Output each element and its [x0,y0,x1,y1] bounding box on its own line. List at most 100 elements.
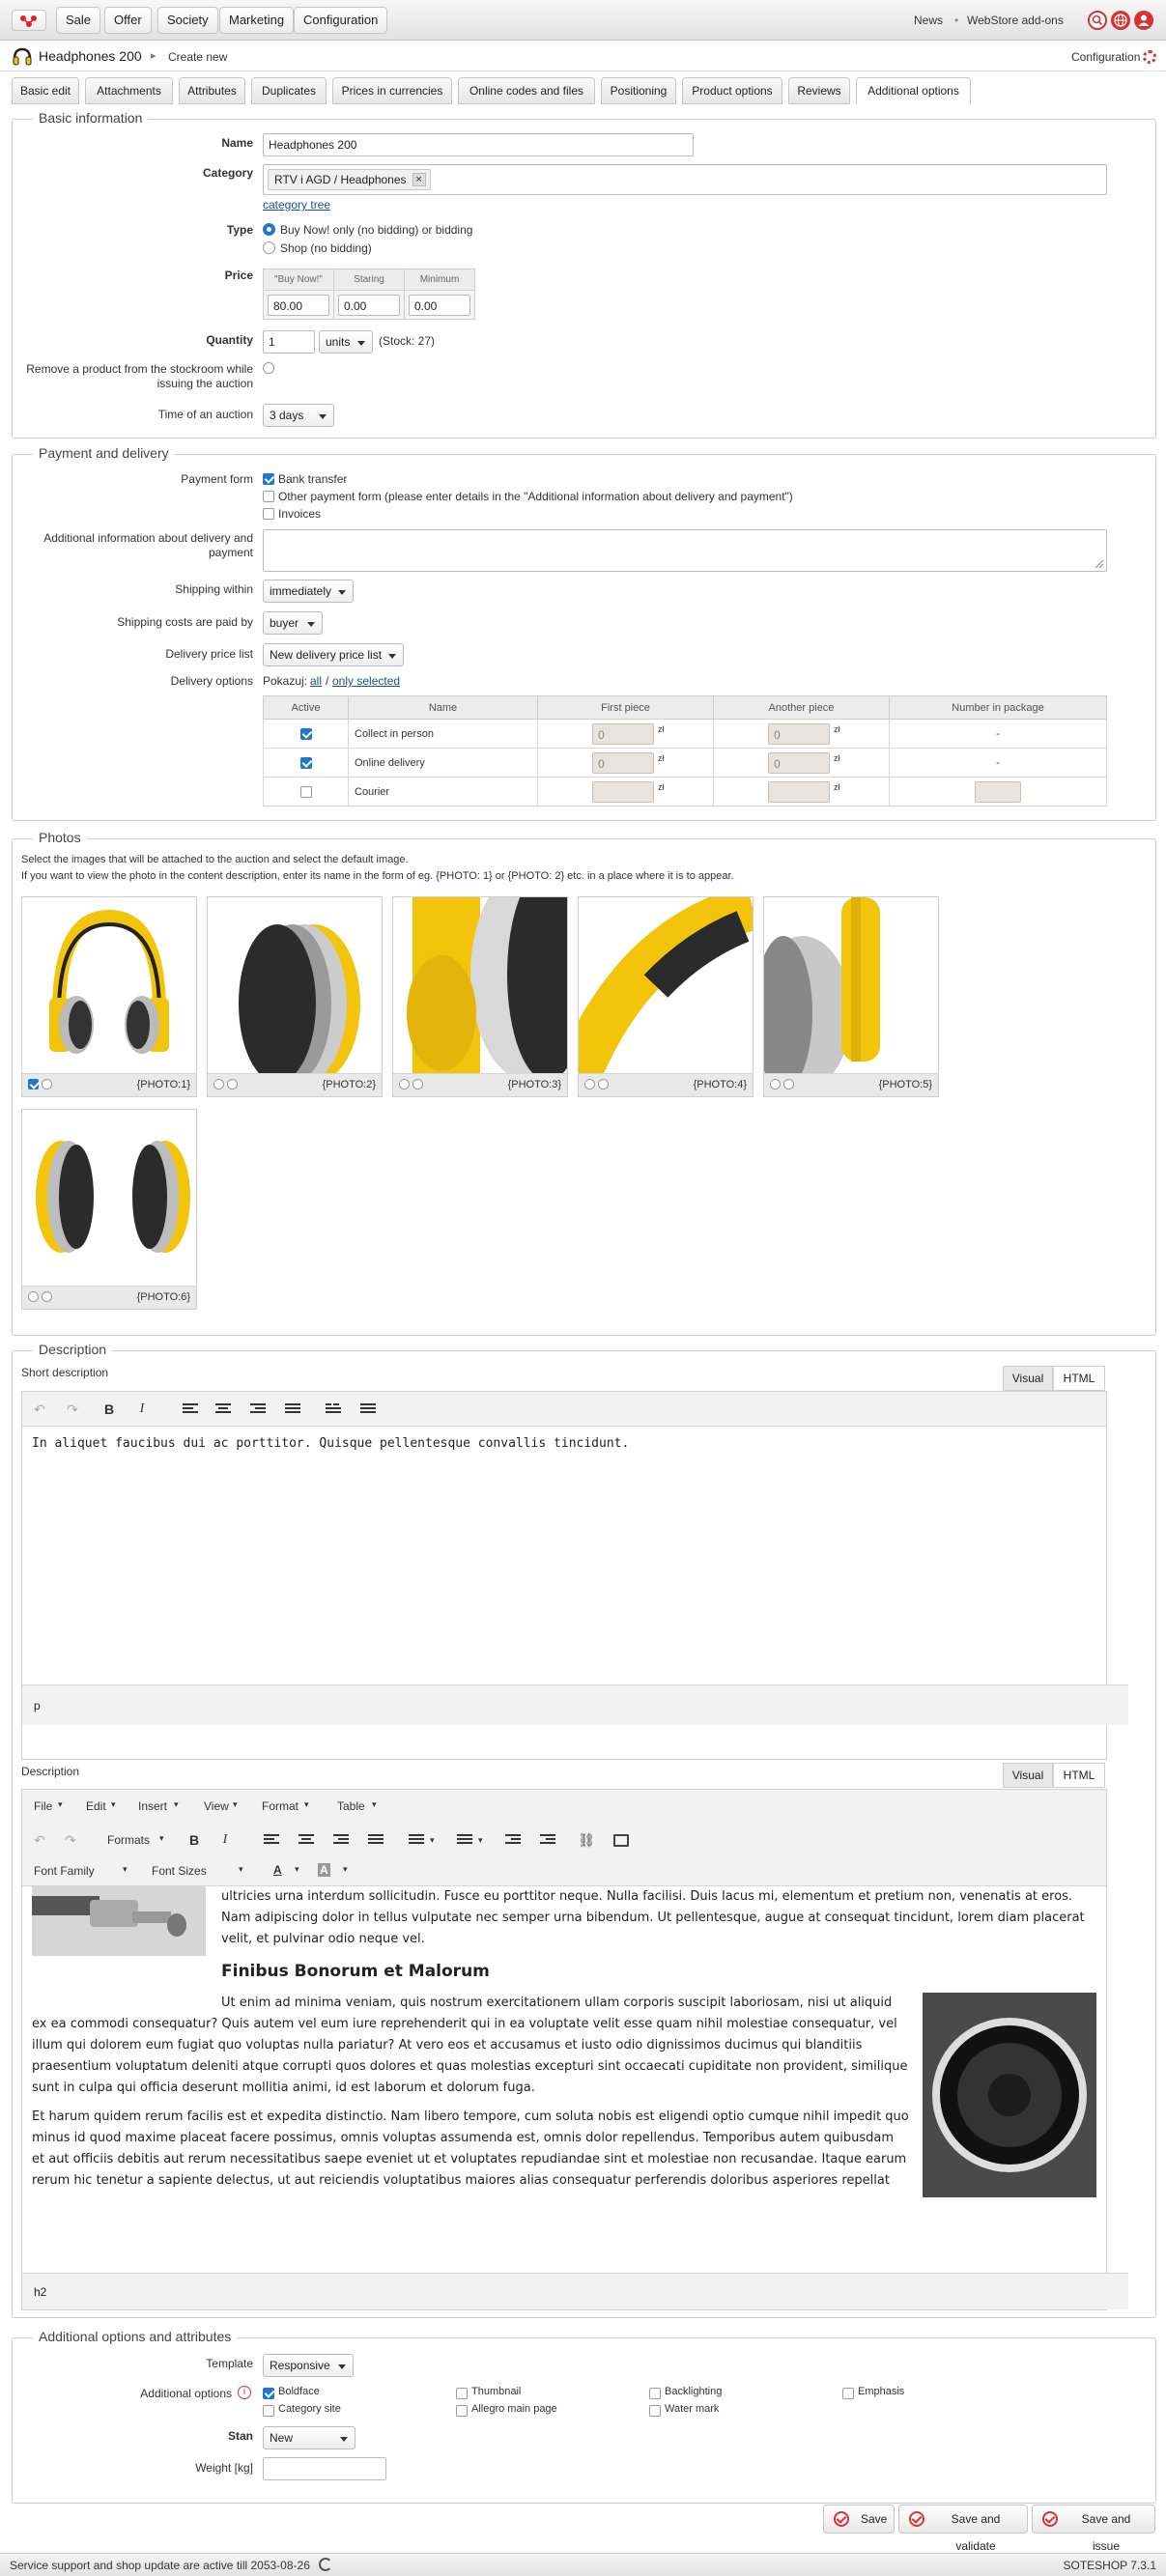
tab-reviews[interactable]: Reviews [788,77,850,104]
invoices-checkbox[interactable] [263,508,274,520]
additional-info-textarea[interactable] [263,529,1107,572]
photo-select-checkbox[interactable] [28,1291,39,1302]
background-color-icon[interactable]: A [318,1863,330,1877]
undo-icon[interactable]: ↶ [30,1830,49,1850]
align-justify-icon[interactable] [368,1832,384,1846]
menu-format[interactable]: Format [262,1799,299,1813]
boldface-checkbox[interactable] [263,2388,274,2399]
shipping-within-select[interactable]: immediately [263,580,354,603]
user-icon[interactable] [1134,11,1153,30]
italic-icon[interactable]: I [132,1400,152,1419]
photo-select-checkbox[interactable] [584,1079,595,1090]
short-description-content[interactable]: In aliquet faucibus dui ac porttitor. Qu… [32,1436,1095,1451]
template-select[interactable]: Responsive [263,2354,354,2377]
shipping-costs-select[interactable]: buyer [263,611,323,635]
font-sizes-dropdown[interactable]: Font Sizes [152,1864,207,1878]
numbered-list-icon[interactable] [360,1401,376,1415]
tab-product-options[interactable]: Product options [682,77,782,104]
quantity-unit-select[interactable]: units [319,330,373,354]
another-piece-input[interactable] [768,781,830,803]
tab-attributes[interactable]: Attributes [179,77,245,104]
another-piece-input[interactable]: 0 [768,723,830,745]
photo-default-radio[interactable] [42,1291,52,1302]
price-minimum-input[interactable]: 0.00 [409,295,470,316]
category-field[interactable]: RTV i AGD / Headphones × [263,164,1107,195]
bullet-list-icon[interactable] [409,1832,424,1846]
gear-icon[interactable] [1143,50,1156,64]
bank-transfer-checkbox[interactable] [263,473,274,485]
short-tab-visual[interactable]: Visual [1003,1366,1053,1391]
logo-icon[interactable] [12,10,46,31]
photo-default-radio[interactable] [42,1079,52,1090]
bold-icon[interactable]: B [100,1400,119,1419]
allegro-main-page-checkbox[interactable] [456,2405,468,2417]
photo-card-2[interactable]: {PHOTO:2} [207,896,383,1097]
align-justify-icon[interactable] [285,1401,300,1415]
align-right-icon[interactable] [250,1401,266,1415]
configuration-link[interactable]: Configuration [1071,50,1140,64]
menu-view[interactable]: View [204,1799,229,1813]
tab-additional-options[interactable]: Additional options [856,77,971,104]
menu-edit[interactable]: Edit [86,1799,106,1813]
bullet-list-icon[interactable] [326,1401,341,1415]
emphasis-checkbox[interactable] [842,2388,854,2399]
active-checkbox[interactable] [300,786,312,798]
news-link[interactable]: News [914,14,943,27]
nav-society-button[interactable]: Society [157,7,218,34]
stan-select[interactable]: New [263,2426,355,2449]
redo-icon[interactable]: ↷ [63,1400,82,1419]
menu-table[interactable]: Table [337,1799,365,1813]
desc-tab-html[interactable]: HTML [1053,1763,1105,1788]
type-shop-radio[interactable] [263,241,275,254]
photo-default-radio[interactable] [412,1079,423,1090]
show-all-link[interactable]: all [310,674,322,688]
photo-card-3[interactable]: {PHOTO:3} [392,868,588,1097]
another-piece-input[interactable]: 0 [768,752,830,774]
price-starting-input[interactable]: 0.00 [338,295,400,316]
price-buynow-input[interactable]: 80.00 [268,295,329,316]
nav-configuration-button[interactable]: Configuration [294,7,388,34]
indent-icon[interactable] [540,1832,555,1846]
photo-select-checkbox[interactable] [213,1079,224,1090]
photo-select-checkbox[interactable] [770,1079,781,1090]
undo-icon[interactable]: ↶ [30,1400,49,1419]
align-center-icon[interactable] [299,1832,314,1846]
category-site-checkbox[interactable] [263,2405,274,2417]
number-in-package-input[interactable] [975,781,1021,803]
weight-input[interactable] [263,2457,386,2480]
save-and-validate-button[interactable]: Save and validate [898,2505,1028,2553]
tab-positioning[interactable]: Positioning [601,77,676,104]
redo-icon[interactable]: ↷ [61,1830,80,1850]
water-mark-checkbox[interactable] [649,2405,661,2417]
image-icon[interactable] [613,1834,629,1847]
save-and-issue-button[interactable]: Save and issue [1032,2505,1155,2553]
save-button[interactable]: Save [823,2505,895,2534]
first-piece-input[interactable]: 0 [592,723,654,745]
outdent-icon[interactable] [505,1832,521,1846]
thumbnail-checkbox[interactable] [456,2388,468,2399]
other-payment-checkbox[interactable] [263,491,274,502]
type-buynow-radio[interactable] [263,223,275,236]
tab-attachments[interactable]: Attachments [85,77,173,104]
italic-icon[interactable]: I [215,1830,235,1850]
short-tab-html[interactable]: HTML [1053,1366,1105,1391]
auction-time-select[interactable]: 3 days [263,404,334,427]
link-icon[interactable]: ⛓ [577,1830,596,1850]
text-color-icon[interactable]: A [273,1863,282,1877]
menu-file[interactable]: File [34,1799,52,1813]
tab-online-codes[interactable]: Online codes and files [458,77,595,104]
description-content[interactable]: ultricies urna interdum sollicitudin. Fu… [22,1886,1106,2273]
photo-card-6[interactable]: {PHOTO:6} [21,1109,197,1310]
photo-select-checkbox[interactable] [28,1079,39,1090]
nav-offer-button[interactable]: Offer [104,7,152,34]
first-piece-input[interactable] [592,781,654,803]
photo-card-1[interactable]: {PHOTO:1} [21,896,197,1097]
photo-card-4[interactable]: {PHOTO:4} [556,884,759,1097]
align-right-icon[interactable] [333,1832,349,1846]
tab-duplicates[interactable]: Duplicates [251,77,327,104]
webstore-addons-link[interactable]: WebStore add-ons [967,14,1064,27]
resize-handle-icon[interactable] [1095,559,1104,569]
photo-select-checkbox[interactable] [399,1079,410,1090]
align-left-icon[interactable] [183,1401,198,1415]
formats-dropdown[interactable]: Formats [107,1833,150,1847]
